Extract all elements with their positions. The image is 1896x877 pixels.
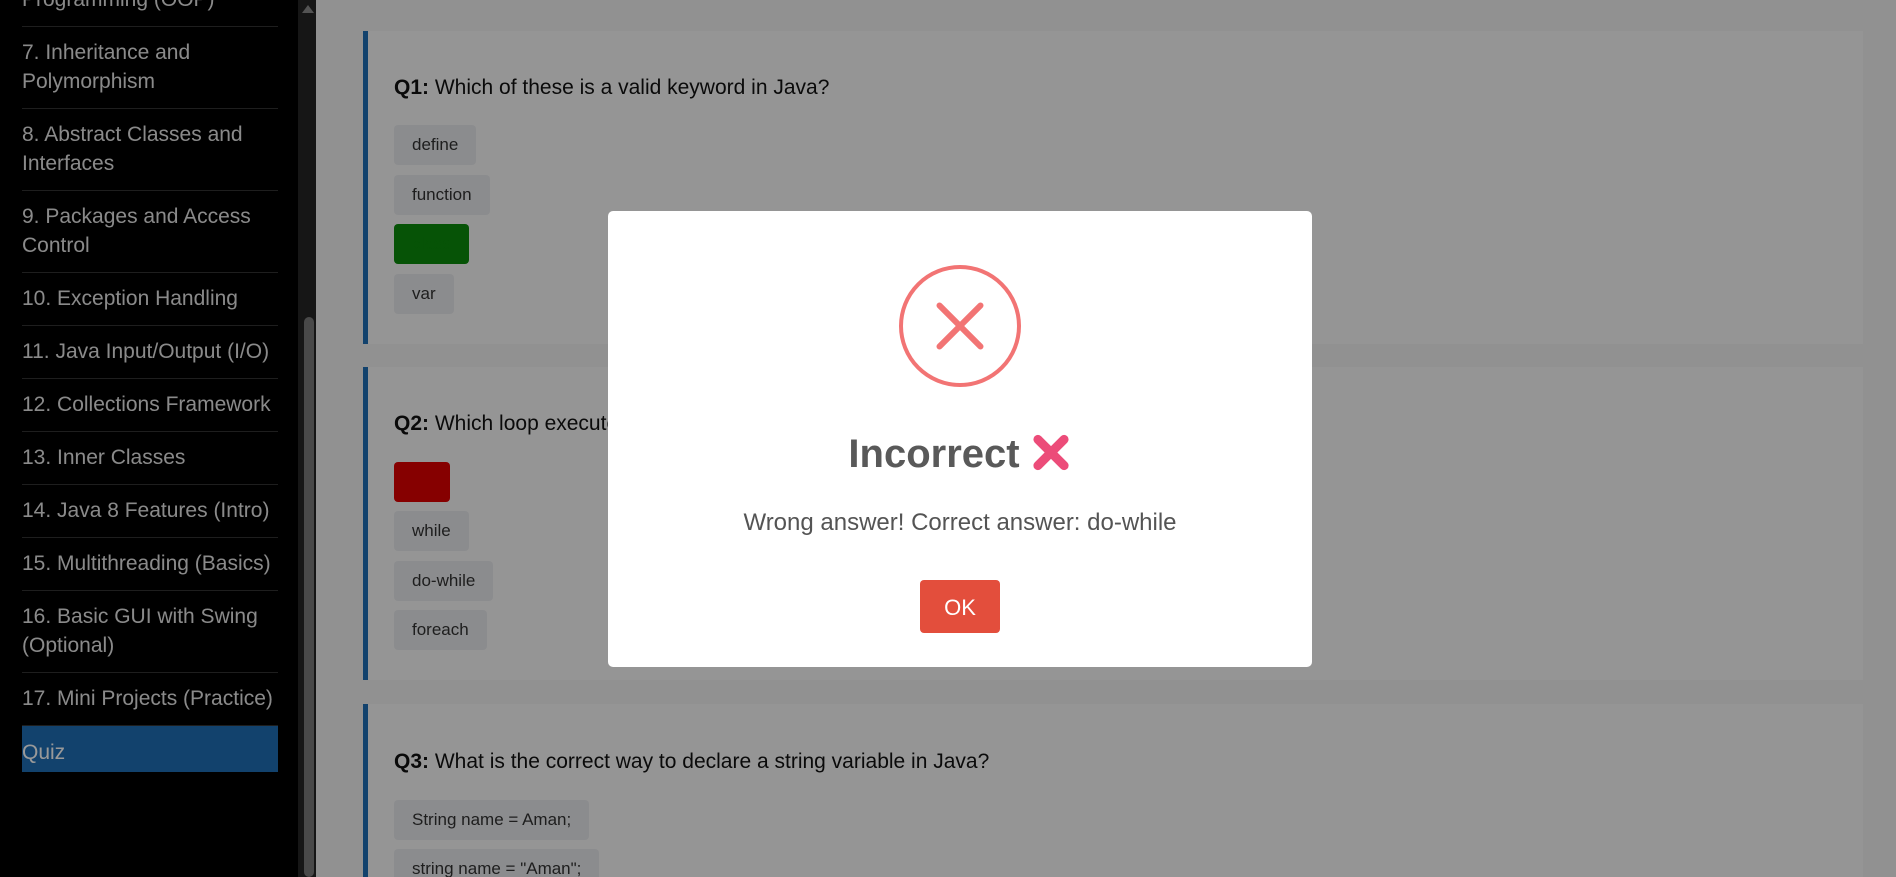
dialog-title: Incorrect: [608, 431, 1312, 477]
dialog-title-text: Incorrect: [848, 432, 1020, 476]
ok-button[interactable]: OK: [920, 580, 1000, 633]
error-circle-x-icon: [899, 265, 1021, 387]
dialog-message: Wrong answer! Correct answer: do-while: [743, 509, 1177, 536]
cross-mark-icon: [1030, 431, 1072, 473]
result-dialog: Incorrect Wrong answer! Correct answer: …: [608, 211, 1312, 667]
